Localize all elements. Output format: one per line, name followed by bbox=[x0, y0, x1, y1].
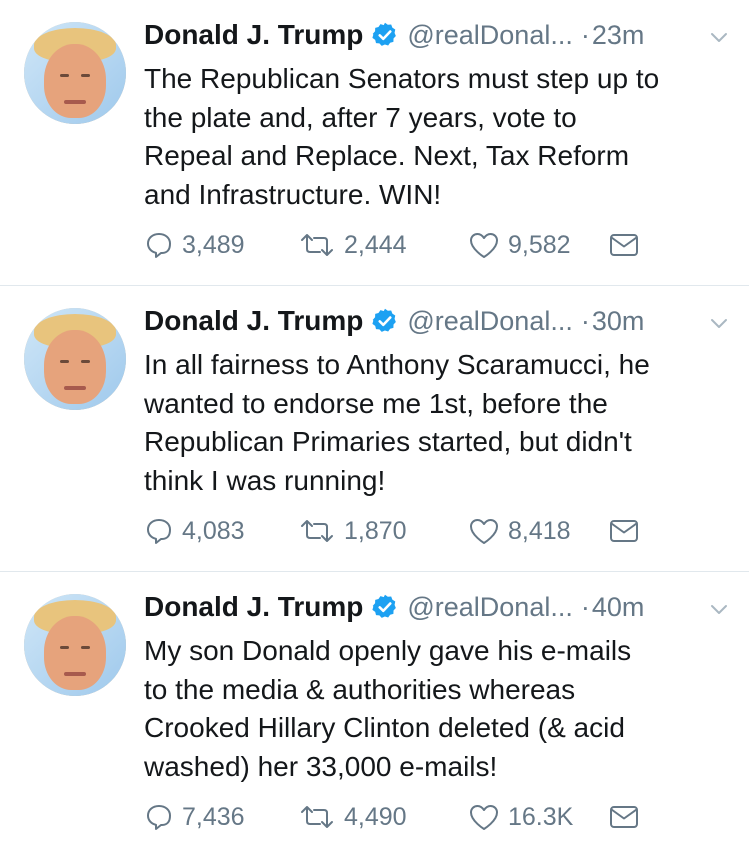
retweet-button[interactable]: 1,870 bbox=[298, 516, 468, 546]
envelope-icon bbox=[610, 234, 638, 256]
tweet-text: In all fairness to Anthony Scaramucci, h… bbox=[144, 349, 650, 496]
timestamp[interactable]: 23m bbox=[592, 20, 645, 51]
like-count: 8,418 bbox=[508, 516, 571, 545]
envelope-icon bbox=[610, 520, 638, 542]
heart-icon bbox=[470, 805, 498, 830]
tweet[interactable]: Donald J. Trump @realDonal... · 40m My s… bbox=[0, 572, 749, 848]
author-name[interactable]: Donald J. Trump bbox=[144, 19, 363, 51]
retweet-count: 2,444 bbox=[344, 230, 407, 259]
reply-button[interactable]: 4,083 bbox=[144, 516, 298, 546]
avatar[interactable] bbox=[24, 308, 126, 410]
direct-message-button[interactable] bbox=[608, 231, 640, 259]
verified-badge-icon bbox=[372, 594, 397, 618]
retweet-icon bbox=[301, 806, 333, 828]
direct-message-button[interactable] bbox=[608, 803, 640, 831]
author-handle[interactable]: @realDonal... bbox=[407, 20, 572, 51]
like-count: 9,582 bbox=[508, 230, 571, 259]
tweet-header: Donald J. Trump @realDonal... · 40m bbox=[144, 584, 734, 630]
reply-icon bbox=[147, 233, 171, 258]
tweet[interactable]: Donald J. Trump @realDonal... · 30m In a… bbox=[0, 286, 749, 572]
author-handle[interactable]: @realDonal... bbox=[407, 306, 572, 337]
verified-badge-icon bbox=[372, 308, 397, 332]
like-button[interactable]: 16.3K bbox=[468, 802, 608, 832]
envelope-icon bbox=[610, 806, 638, 828]
separator-dot: · bbox=[580, 591, 590, 622]
like-button[interactable]: 9,582 bbox=[468, 230, 608, 260]
author-name[interactable]: Donald J. Trump bbox=[144, 591, 363, 623]
avatar[interactable] bbox=[24, 22, 126, 124]
separator-dot: · bbox=[580, 19, 590, 50]
retweet-count: 4,490 bbox=[344, 802, 407, 831]
reply-button[interactable]: 7,436 bbox=[144, 802, 298, 832]
retweet-button[interactable]: 4,490 bbox=[298, 802, 468, 832]
reply-icon bbox=[147, 805, 171, 830]
timeline: Donald J. Trump @realDonal... · 23m The … bbox=[0, 0, 749, 848]
chevron-down-icon[interactable] bbox=[708, 598, 730, 620]
retweet-icon bbox=[301, 234, 333, 256]
verified-badge-icon bbox=[372, 22, 397, 46]
tweet-text: My son Donald openly gave his e-mails to… bbox=[144, 635, 632, 782]
retweet-icon bbox=[301, 520, 333, 542]
reply-button[interactable]: 3,489 bbox=[144, 230, 298, 260]
avatar[interactable] bbox=[24, 594, 126, 696]
reply-count: 7,436 bbox=[182, 802, 245, 831]
timestamp[interactable]: 40m bbox=[592, 592, 645, 623]
like-button[interactable]: 8,418 bbox=[468, 516, 608, 546]
separator-dot: · bbox=[580, 305, 590, 336]
timestamp[interactable]: 30m bbox=[592, 306, 645, 337]
direct-message-button[interactable] bbox=[608, 517, 640, 545]
tweet-header: Donald J. Trump @realDonal... · 30m bbox=[144, 298, 734, 344]
reply-count: 4,083 bbox=[182, 516, 245, 545]
chevron-down-icon[interactable] bbox=[708, 26, 730, 48]
heart-icon bbox=[470, 519, 498, 544]
tweet[interactable]: Donald J. Trump @realDonal... · 23m The … bbox=[0, 0, 749, 286]
reply-count: 3,489 bbox=[182, 230, 245, 259]
reply-icon bbox=[147, 519, 171, 544]
author-handle[interactable]: @realDonal... bbox=[407, 592, 572, 623]
tweet-actions: 4,083 1,870 8,418 bbox=[144, 516, 640, 546]
retweet-button[interactable]: 2,444 bbox=[298, 230, 468, 260]
heart-icon bbox=[470, 233, 498, 258]
tweet-actions: 7,436 4,490 16.3K bbox=[144, 802, 640, 832]
author-name[interactable]: Donald J. Trump bbox=[144, 305, 363, 337]
tweet-text: The Republican Senators must step up to … bbox=[144, 63, 660, 210]
tweet-header: Donald J. Trump @realDonal... · 23m bbox=[144, 12, 734, 58]
like-count: 16.3K bbox=[508, 802, 574, 831]
tweet-actions: 3,489 2,444 9,582 bbox=[144, 230, 640, 260]
retweet-count: 1,870 bbox=[344, 516, 407, 545]
chevron-down-icon[interactable] bbox=[708, 312, 730, 334]
